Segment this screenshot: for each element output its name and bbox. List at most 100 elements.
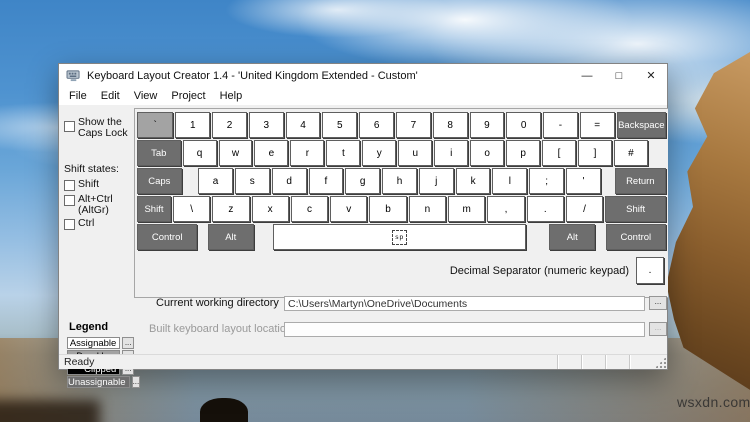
key-l[interactable]: l (492, 168, 528, 194)
legend-color-button[interactable]: ... (122, 337, 134, 349)
key-Control[interactable]: Control (605, 224, 666, 250)
space-selection-box: sp (392, 229, 408, 245)
key-gap (603, 168, 613, 194)
window-title: Keyboard Layout Creator 1.4 - 'United Ki… (87, 69, 418, 82)
key-f[interactable]: f (308, 168, 344, 194)
cwd-label: Current working directory (156, 297, 279, 309)
key-4[interactable]: 4 (285, 112, 321, 138)
checkbox[interactable] (64, 219, 75, 230)
key-3[interactable]: 3 (248, 112, 284, 138)
minimize-icon[interactable]: — (571, 64, 603, 87)
key-Caps[interactable]: Caps (137, 168, 182, 194)
checkbox[interactable] (64, 195, 75, 206)
menu-bar: File Edit View Project Help (59, 87, 667, 105)
key-Shift[interactable]: Shift (605, 196, 667, 222)
shadow-corner (0, 400, 100, 422)
keyboard-row: ` 1 2 3 4 5 6 7 8 9 0- = Backspace (137, 112, 667, 138)
key-0[interactable]: 0 (506, 112, 542, 138)
key-,[interactable]: , (487, 196, 525, 222)
key--[interactable]: - (543, 112, 578, 138)
decimal-separator-label: Decimal Separator (numeric keypad) (449, 264, 629, 277)
key-k[interactable]: k (455, 168, 491, 194)
key-n[interactable]: n (408, 196, 447, 222)
titlebar[interactable]: Keyboard Layout Creator 1.4 - 'United Ki… (59, 64, 667, 87)
key-2[interactable]: 2 (212, 112, 247, 138)
key-7[interactable]: 7 (395, 112, 431, 138)
menu-view[interactable]: View (127, 89, 165, 103)
key-r[interactable]: r (290, 140, 325, 166)
key-j[interactable]: j (418, 168, 454, 194)
key-b[interactable]: b (369, 196, 407, 222)
status-panels (557, 355, 653, 369)
key-a[interactable]: a (198, 168, 233, 194)
key-t[interactable]: t (326, 140, 361, 166)
legend-color-button[interactable]: ... (131, 376, 141, 388)
cwd-browse-button[interactable]: ... (649, 296, 667, 310)
menu-file[interactable]: File (62, 89, 94, 103)
key-h[interactable]: h (382, 168, 417, 194)
key-y[interactable]: y (362, 140, 397, 166)
key-8[interactable]: 8 (432, 112, 468, 138)
key-Control[interactable]: Control (137, 224, 198, 250)
legend-item-unassignable: Unassignable... (67, 376, 141, 388)
key-g[interactable]: g (345, 168, 381, 194)
menu-help[interactable]: Help (213, 89, 250, 103)
key-;[interactable]: ; (529, 168, 565, 194)
shift-states-list: Shift Alt+Ctrl (AltGr) Ctrl (59, 179, 134, 230)
key-][interactable]: ] (578, 140, 612, 166)
key-Alt[interactable]: Alt (549, 224, 596, 250)
key-w[interactable]: w (218, 140, 253, 166)
key-e[interactable]: e (254, 140, 289, 166)
person-silhouette (200, 398, 248, 422)
legend-swatch: Assignable (67, 337, 121, 349)
show-caps-lock-checkbox[interactable] (64, 121, 75, 132)
key-sp[interactable]: sp (272, 224, 527, 250)
legend-title: Legend (69, 321, 109, 333)
key-5[interactable]: 5 (322, 112, 358, 138)
menu-project[interactable]: Project (164, 89, 212, 103)
checkbox-label: Alt+Ctrl (AltGr) (78, 193, 113, 216)
key-'[interactable]: ' (566, 168, 601, 194)
key-i[interactable]: i (434, 140, 469, 166)
options-sidebar: Show the Caps Lock Shift states: Shift Al… (59, 105, 141, 388)
resize-grip-icon[interactable] (655, 357, 666, 368)
key-[[interactable]: [ (542, 140, 577, 166)
checkbox[interactable] (64, 180, 75, 191)
key-Alt[interactable]: Alt (207, 224, 254, 250)
key-x[interactable]: x (251, 196, 289, 222)
shift-state-option[interactable]: Ctrl (64, 218, 134, 230)
cwd-field[interactable] (284, 296, 645, 311)
key-d[interactable]: d (271, 168, 307, 194)
key-/[interactable]: / (565, 196, 604, 222)
key-gap (528, 224, 547, 250)
key-.[interactable]: . (526, 196, 564, 222)
key-Backspace[interactable]: Backspace (616, 112, 667, 138)
key-\[interactable]: \ (172, 196, 211, 222)
maximize-icon[interactable]: □ (603, 64, 635, 87)
key-gap (597, 224, 604, 250)
key-Tab[interactable]: Tab (137, 140, 181, 166)
menu-edit[interactable]: Edit (94, 89, 127, 103)
key-1[interactable]: 1 (175, 112, 211, 138)
show-caps-lock-option[interactable]: Show the Caps Lock (64, 117, 134, 138)
key-#[interactable]: # (613, 140, 648, 166)
key-9[interactable]: 9 (469, 112, 505, 138)
key-=[interactable]: = (579, 112, 615, 138)
key-z[interactable]: z (212, 196, 250, 222)
key-m[interactable]: m (448, 196, 486, 222)
key-c[interactable]: c (290, 196, 329, 222)
key-6[interactable]: 6 (359, 112, 394, 138)
key-Return[interactable]: Return (614, 168, 666, 194)
shift-state-option[interactable]: Shift (64, 179, 134, 191)
key-Shift[interactable]: Shift (137, 196, 171, 222)
key-s[interactable]: s (234, 168, 270, 194)
key-u[interactable]: u (398, 140, 433, 166)
key-p[interactable]: p (506, 140, 541, 166)
key-v[interactable]: v (330, 196, 368, 222)
decimal-separator-key[interactable]: . (636, 257, 664, 284)
key-`[interactable]: ` (137, 112, 174, 138)
key-q[interactable]: q (182, 140, 217, 166)
key-o[interactable]: o (470, 140, 505, 166)
close-icon[interactable]: ✕ (635, 64, 667, 87)
shift-state-option[interactable]: Alt+Ctrl (AltGr) (64, 194, 134, 215)
